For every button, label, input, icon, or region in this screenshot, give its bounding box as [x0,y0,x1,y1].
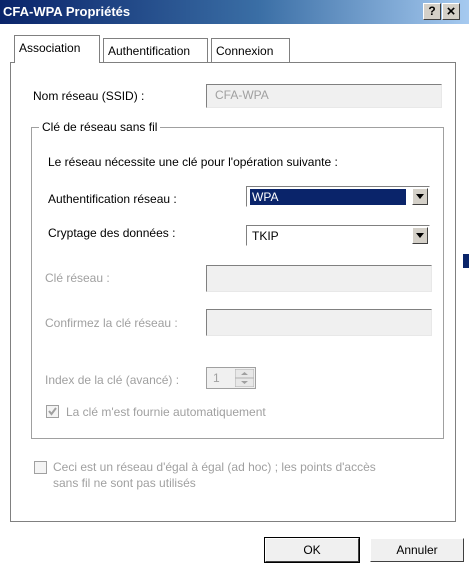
confirm-key-label: Confirmez la clé réseau : [45,316,178,330]
tab-authentication-label: Authentification [108,44,191,58]
adhoc-label-line2: sans fil ne sont pas utilisés [53,476,196,490]
confirm-key-field[interactable] [206,309,432,336]
cancel-button[interactable]: Annuler [370,538,464,562]
window-title: CFA-WPA Propriétés [3,4,131,19]
close-button[interactable]: × [442,3,460,20]
tab-connection[interactable]: Connexion [211,38,290,62]
network-auth-select[interactable]: WPA [246,186,430,207]
adhoc-label-line1: Ceci est un réseau d'égal à égal (ad hoc… [53,460,376,474]
tab-authentication[interactable]: Authentification [103,38,208,62]
chevron-down-icon[interactable] [412,188,428,205]
key-index-label: Index de la clé (avancé) : [45,373,180,387]
key-index-stepper[interactable]: 1 [206,367,256,389]
tab-association[interactable]: Association [14,35,100,63]
data-encryption-select[interactable]: TKIP [246,225,430,246]
background-window-edge [463,254,469,268]
auto-key-label: La clé m'est fournie automatiquement [66,405,266,419]
ok-button[interactable]: OK [264,537,360,563]
auto-key-checkbox[interactable] [46,405,59,418]
data-encryption-label: Cryptage des données : [48,226,176,240]
tab-association-label: Association [19,41,81,55]
tab-connection-label: Connexion [216,44,274,58]
ssid-label: Nom réseau (SSID) : [33,89,145,103]
network-auth-value: WPA [250,189,406,205]
network-auth-label: Authentification réseau : [48,192,177,206]
data-encryption-value: TKIP [252,229,279,243]
help-button[interactable]: ? [423,3,441,20]
spinner-arrows-icon[interactable] [235,369,254,387]
ssid-field[interactable]: CFA-WPA [206,84,442,108]
checkmark-icon [48,407,57,416]
network-key-field[interactable] [206,265,432,292]
ssid-value: CFA-WPA [215,88,269,102]
chevron-down-icon[interactable] [412,227,428,244]
adhoc-checkbox[interactable] [34,461,47,474]
key-index-value: 1 [213,371,220,385]
key-requirement-text: Le réseau nécessite une clé pour l'opéra… [48,155,338,169]
network-key-label: Clé réseau : [45,271,110,285]
wireless-key-group-title: Clé de réseau sans fil [39,120,161,134]
